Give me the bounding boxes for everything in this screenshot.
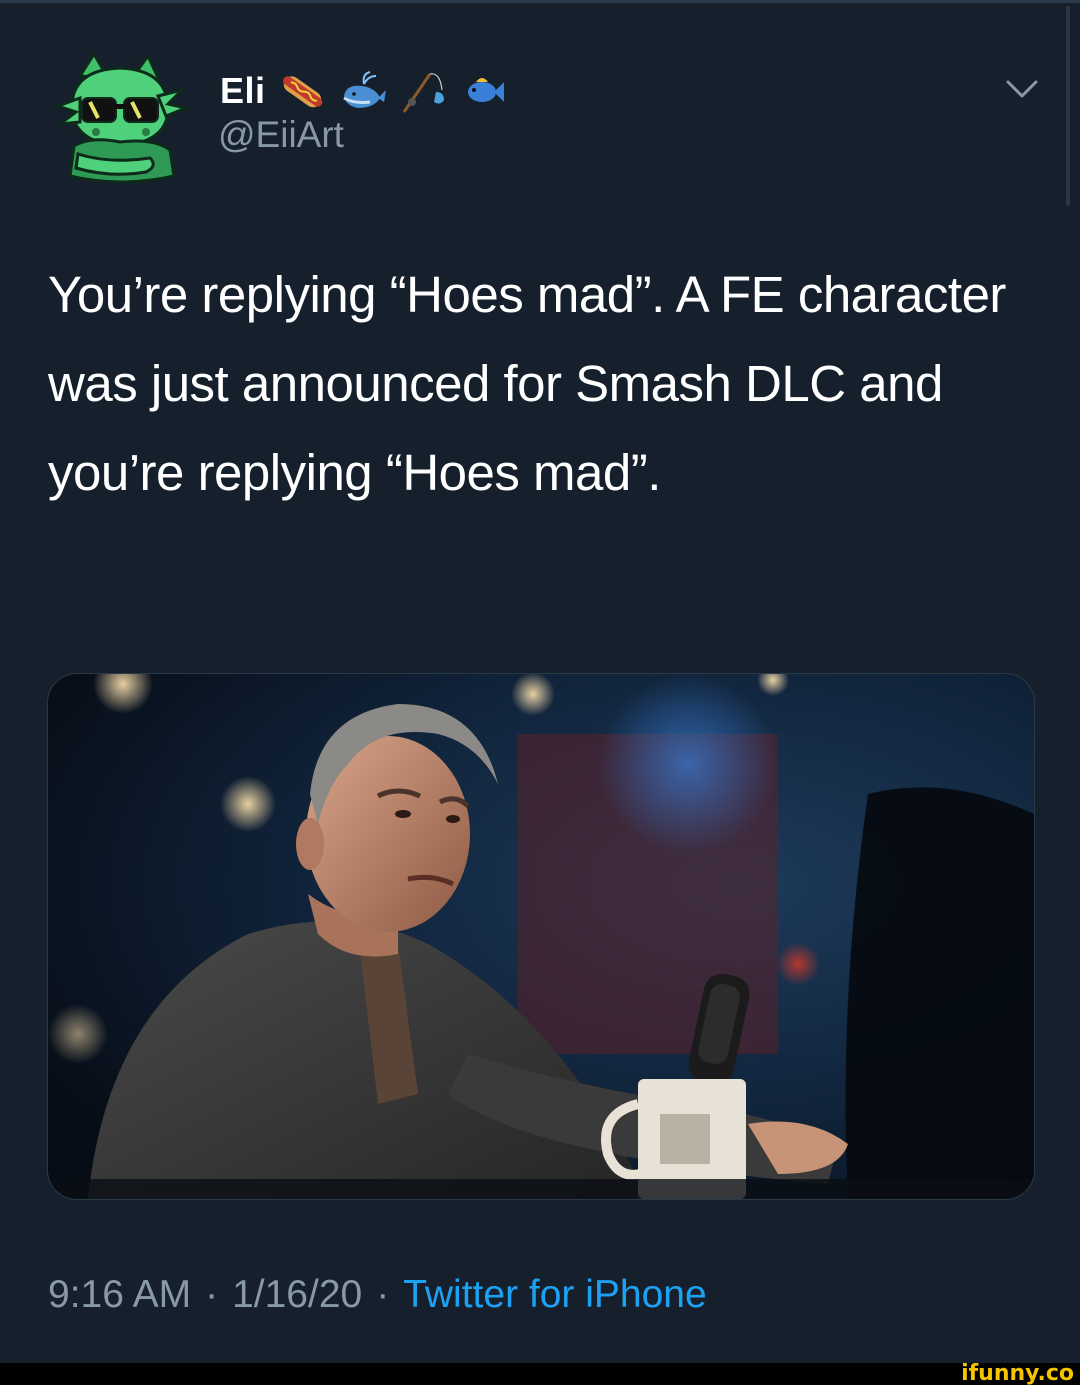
avatar-illustration [53, 51, 192, 184]
tweet-time[interactable]: 9:16 AM [48, 1273, 191, 1317]
tweet-date[interactable]: 1/16/20 [232, 1273, 362, 1317]
fish-emoji-icon [467, 78, 504, 102]
ifunny-watermark: ifunny.co [961, 1361, 1074, 1385]
meta-separator: · [376, 1273, 390, 1316]
tweet-text: You’re replying “Hoes mad”. A FE charact… [48, 266, 1006, 501]
scrollbar[interactable] [1066, 6, 1070, 206]
fishing-pole-emoji-icon [402, 73, 444, 113]
author-display-name[interactable]: Eli [220, 70, 266, 112]
top-divider [0, 0, 1080, 3]
whale-emoji-icon [342, 71, 386, 108]
tweet-header: Eli @EiiArt [50, 40, 1050, 190]
tweet-screenshot: Eli @EiiArt You’re replying “Hoes mad”. … [0, 0, 1080, 1385]
avatar[interactable] [50, 46, 192, 186]
hotdog-emoji-icon [282, 76, 322, 108]
author-name-row[interactable]: Eli [220, 68, 506, 114]
watermark-bar [0, 1363, 1080, 1385]
chevron-down-icon[interactable] [1002, 74, 1042, 102]
tweet-source-link[interactable]: Twitter for iPhone [403, 1273, 706, 1317]
author-handle[interactable]: @EiiArt [218, 114, 344, 156]
meta-separator: · [205, 1273, 219, 1316]
tweet-media-image[interactable] [47, 673, 1035, 1200]
tweet-meta: 9:16 AM · 1/16/20 · Twitter for iPhone [48, 1273, 707, 1317]
media-scene [48, 674, 1034, 1199]
